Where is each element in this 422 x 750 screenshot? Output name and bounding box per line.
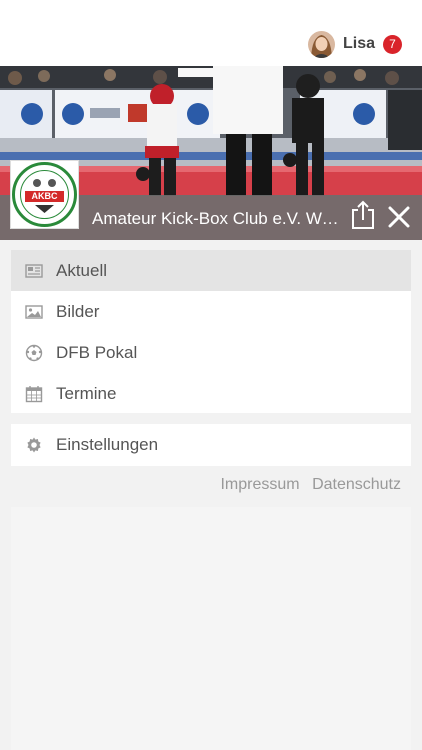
menu-item-termine[interactable]: Termine [11,373,411,414]
content-area [11,507,411,750]
calendar-icon [25,385,43,402]
menu-item-aktuell[interactable]: Aktuell [11,250,411,291]
settings-section: Einstellungen [11,424,411,466]
menu-item-label: DFB Pokal [56,342,138,362]
newspaper-icon [25,263,43,278]
club-logo-text: AKBC [31,191,58,201]
gear-icon [27,437,41,452]
menu-item-label: Aktuell [56,260,108,280]
avatar[interactable] [307,30,335,58]
top-bar: Lisa 7 [0,0,422,66]
menu-item-bilder[interactable]: Bilder [11,291,411,332]
notification-badge[interactable]: 7 [383,34,402,54]
menu-item-label: Bilder [56,301,100,321]
club-name: Amateur Kick-Box Club e.V. Wolfsburg [92,209,340,228]
menu-item-label: Termine [56,383,117,403]
close-icon [388,206,410,228]
impressum-link[interactable]: Impressum [220,476,299,493]
menu-item-einstellungen[interactable]: Einstellungen [11,424,411,465]
menu-item-label: Einstellungen [56,434,159,454]
club-logo: AKBC [10,160,79,229]
soccer-ball-icon [25,344,43,361]
footer-links: Impressum Datenschutz [212,476,401,494]
main-menu: Aktuell Bilder DFB Pokal Termine [11,250,411,413]
close-button[interactable] [387,205,411,229]
share-icon [352,200,374,229]
user-profile[interactable]: Lisa 7 [307,30,402,58]
username[interactable]: Lisa [343,35,375,53]
image-icon [25,304,43,319]
menu-item-dfb-pokal[interactable]: DFB Pokal [11,332,411,373]
share-button[interactable] [350,200,376,230]
datenschutz-link[interactable]: Datenschutz [312,476,401,493]
